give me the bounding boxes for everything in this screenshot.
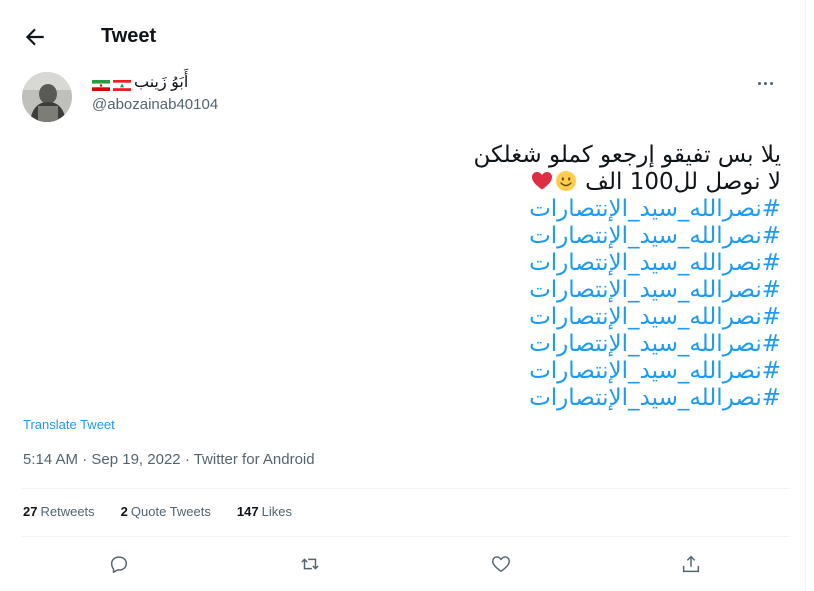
display-name: أَبَوُ زَينب — [134, 74, 189, 91]
back-button[interactable] — [22, 24, 48, 50]
share-button[interactable] — [677, 550, 705, 578]
smiling-face-emoji — [555, 171, 576, 191]
share-icon — [682, 555, 700, 573]
header: Tweet — [0, 18, 790, 54]
tweet-actions — [0, 550, 790, 580]
quote-tweets-label: Quote Tweets — [130, 504, 211, 519]
like-button[interactable] — [487, 550, 515, 578]
hashtag-link[interactable]: #نصرالله_سيد_الإنتصارات — [161, 250, 781, 277]
quote-tweets-count: 2 — [120, 504, 128, 519]
user-handle[interactable]: @abozainab40104 — [92, 94, 218, 116]
more-dot — [769, 81, 773, 85]
likes-label: Likes — [261, 504, 292, 519]
hashtag-link[interactable]: #نصرالله_سيد_الإنتصارات — [161, 331, 781, 358]
meta-separator: · — [184, 451, 190, 468]
arrow-left-icon — [25, 28, 44, 46]
retweets-stat[interactable]: 27 Retweets — [23, 504, 95, 519]
retweet-button[interactable] — [296, 550, 324, 578]
red-heart-emoji — [531, 172, 552, 190]
meta-separator: · — [82, 451, 88, 468]
like-icon — [492, 556, 510, 573]
retweets-label: Retweets — [40, 504, 95, 519]
quote-tweets-stat[interactable]: 2 Quote Tweets — [121, 504, 211, 519]
divider — [22, 536, 790, 537]
lebanon-flag-icon — [113, 78, 131, 91]
reply-button[interactable] — [105, 550, 133, 578]
page-title: Tweet — [101, 25, 157, 47]
more-options-button[interactable] — [748, 72, 782, 94]
tweet-time-link[interactable]: 5:14 AM · Sep 19, 2022 — [23, 451, 181, 468]
author-info: أَبَوُ زَينب @abozainab40104 — [92, 72, 218, 116]
more-dot — [757, 81, 761, 85]
hashtag-link[interactable]: #نصرالله_سيد_الإنتصارات — [161, 277, 781, 304]
hashtag-link[interactable]: #نصرالله_سيد_الإنتصارات — [161, 358, 781, 385]
tweet-time: 5:14 AM — [23, 451, 79, 468]
reply-icon — [110, 556, 128, 573]
author-name-row[interactable]: أَبَوُ زَينب — [92, 72, 218, 94]
translate-tweet-link[interactable]: Translate Tweet — [23, 417, 115, 432]
retweets-count: 27 — [23, 504, 38, 519]
iran-flag-icon — [92, 78, 110, 91]
right-border — [805, 0, 806, 591]
hashtag-link[interactable]: #نصرالله_سيد_الإنتصارات — [161, 196, 781, 223]
avatar[interactable] — [22, 72, 72, 122]
likes-count: 147 — [236, 504, 259, 519]
tweet-source-link[interactable]: Twitter for Android — [194, 451, 315, 468]
divider — [22, 488, 790, 489]
tweet-line-text: لا نوصل لل100 الف — [585, 169, 781, 195]
tweet-text: يلا بس تفيقو إرجعو كملو شغلكن لا نوصل لل… — [161, 142, 781, 412]
tweet-date: Sep 19, 2022 — [91, 451, 181, 468]
retweet-icon — [301, 558, 319, 570]
likes-stat[interactable]: 147 Likes — [237, 504, 292, 519]
tweet-line-with-emoji: لا نوصل لل100 الف — [161, 169, 781, 196]
hashtag-link[interactable]: #نصرالله_سيد_الإنتصارات — [161, 223, 781, 250]
more-dot — [763, 81, 767, 85]
tweet-stats: 27 Retweets 2 Quote Tweets 147 Likes — [23, 504, 292, 519]
tweet-meta: 5:14 AM · Sep 19, 2022 · Twitter for And… — [23, 451, 315, 468]
hashtag-link[interactable]: #نصرالله_سيد_الإنتصارات — [161, 385, 781, 412]
tweet-line: يلا بس تفيقو إرجعو كملو شغلكن — [473, 142, 781, 168]
hashtag-link[interactable]: #نصرالله_سيد_الإنتصارات — [161, 304, 781, 331]
